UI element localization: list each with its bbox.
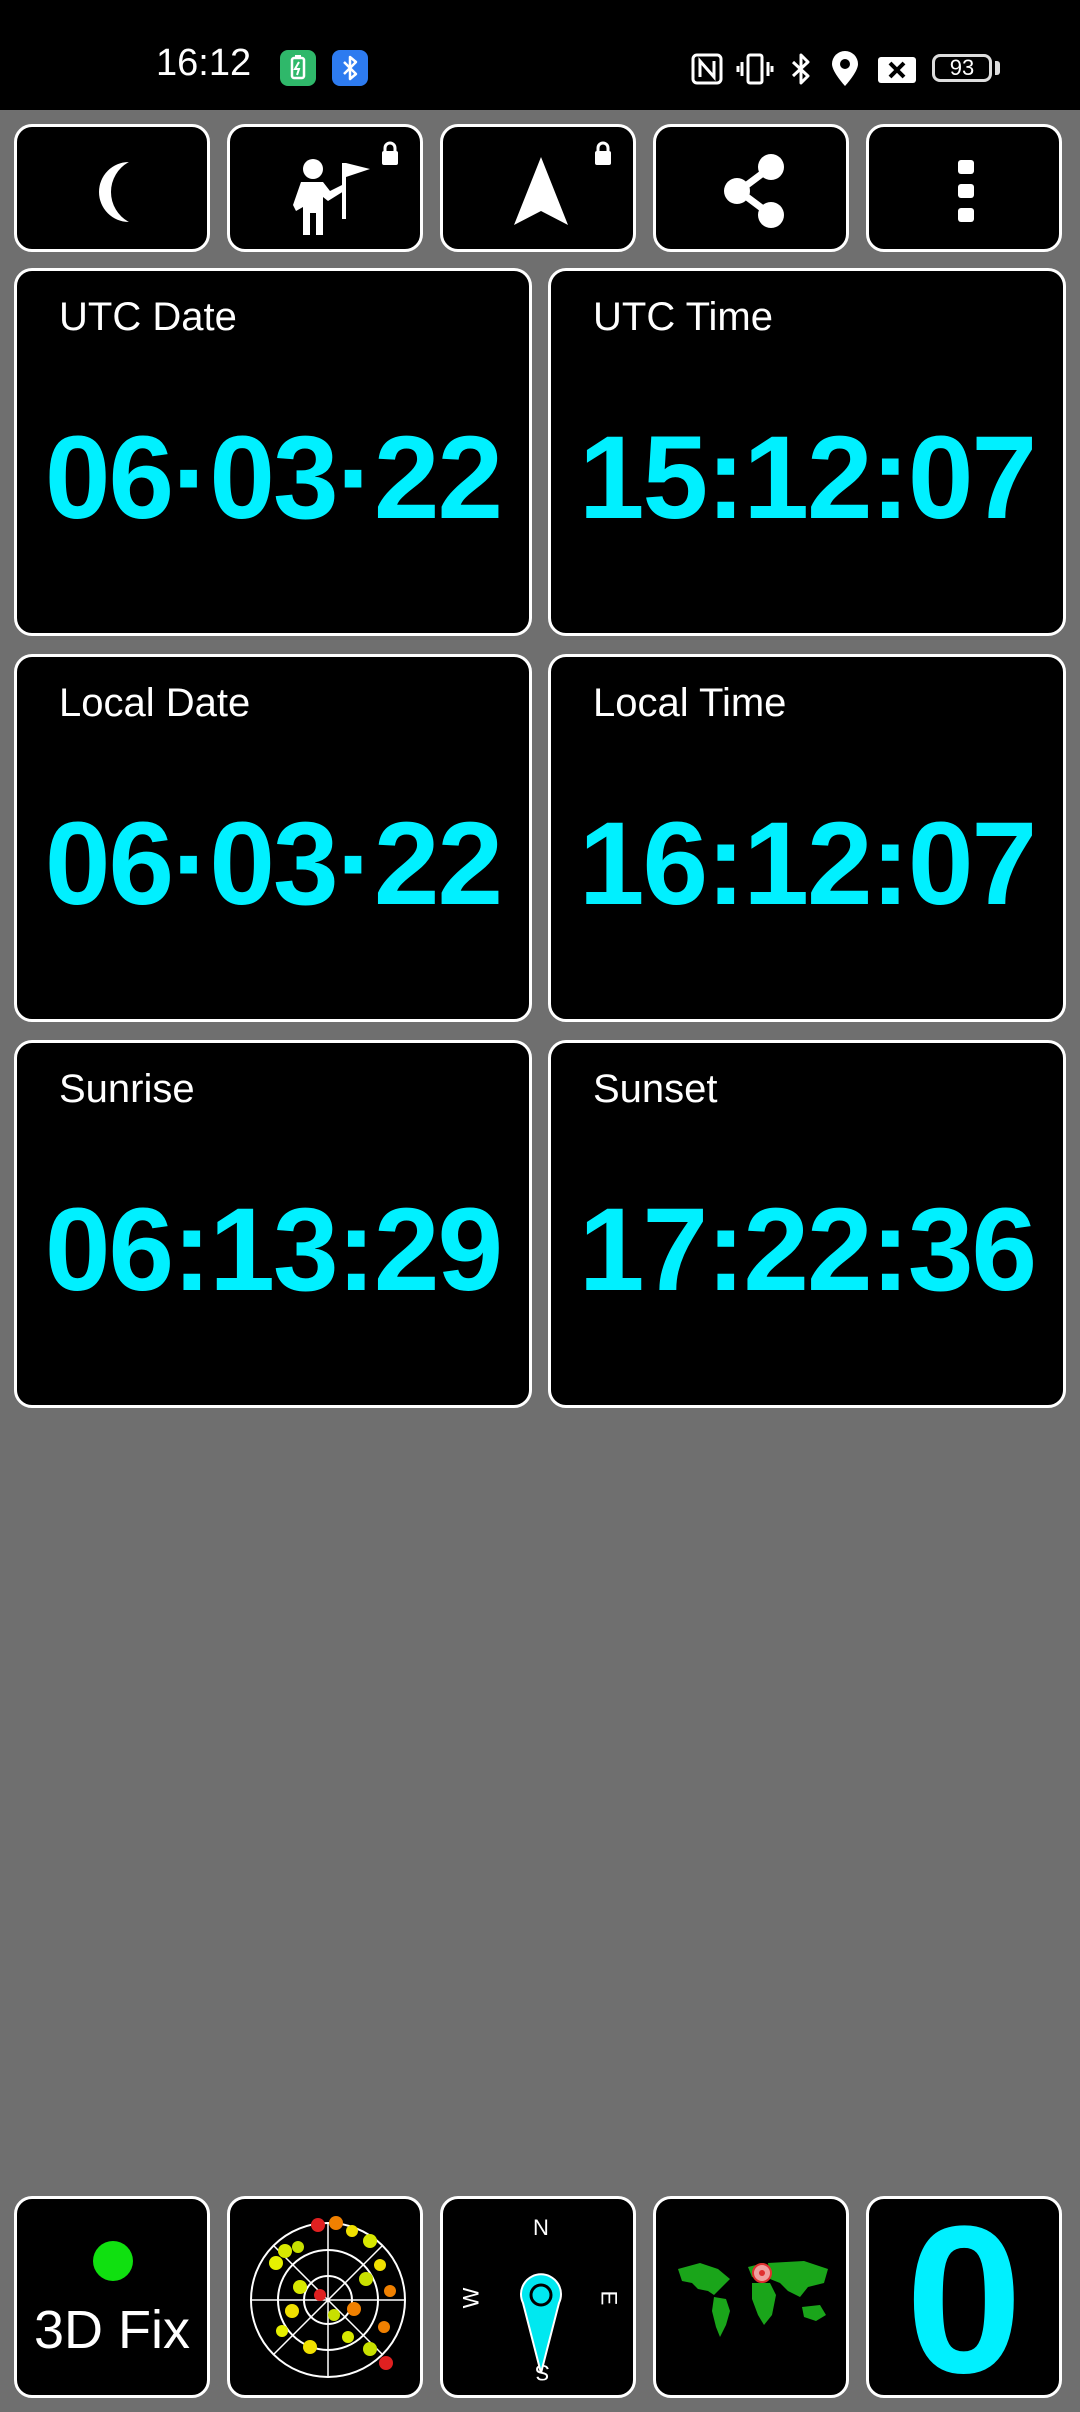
vibrate-icon <box>736 50 774 88</box>
night-mode-moon-icon <box>99 162 129 222</box>
compass-button[interactable]: N W E S <box>440 2196 636 2398</box>
local-time-card[interactable]: Local Time 16:12:07 <box>548 654 1066 1022</box>
card-value: 17:22:36 <box>578 1184 1037 1316</box>
status-time: 16:12 <box>156 42 252 84</box>
share-icon <box>724 154 784 228</box>
fix-status-dot <box>93 2241 133 2281</box>
more-vert-icon <box>958 160 974 222</box>
more-options-button[interactable] <box>866 124 1062 252</box>
hiker-flag-icon <box>293 141 398 235</box>
satellite-count: 0 <box>905 2196 1023 2398</box>
card-label: UTC Time <box>593 295 773 339</box>
utc-date-card[interactable]: UTC Date 06·03·22 <box>14 268 532 636</box>
card-value: 06·03·22 <box>44 412 503 544</box>
bluetooth-app-icon <box>332 50 368 86</box>
navigation-button[interactable] <box>440 124 636 252</box>
card-label: Sunset <box>593 1067 718 1111</box>
card-label: Local Date <box>59 681 251 725</box>
world-map-icon <box>678 2261 828 2337</box>
satellite-skyview-icon <box>250 2216 406 2378</box>
battery-tip <box>995 61 1000 75</box>
share-button[interactable] <box>653 124 849 252</box>
navigation-arrow-icon <box>514 141 611 225</box>
fix-status-label: 3D Fix <box>33 2300 190 2360</box>
compass-needle-icon <box>520 2273 562 2374</box>
card-value: 06:13:29 <box>44 1184 503 1316</box>
world-map-button[interactable] <box>653 2196 849 2398</box>
no-sim-icon <box>876 50 918 88</box>
sunset-card[interactable]: Sunset 17:22:36 <box>548 1040 1066 1408</box>
battery-icon: 93 <box>932 54 992 82</box>
sunrise-card[interactable]: Sunrise 06:13:29 <box>14 1040 532 1408</box>
card-label: UTC Date <box>59 295 237 339</box>
battery-saver-app-icon <box>280 50 316 86</box>
card-value: 16:12:07 <box>578 798 1037 930</box>
waypoint-button[interactable] <box>227 124 423 252</box>
satellite-count-button[interactable]: 0 <box>866 2196 1062 2398</box>
gps-fix-button[interactable]: 3D Fix <box>14 2196 210 2398</box>
nfc-icon <box>688 50 726 88</box>
utc-time-card[interactable]: UTC Time 15:12:07 <box>548 268 1066 636</box>
location-icon <box>826 50 864 88</box>
local-date-card[interactable]: Local Date 06·03·22 <box>14 654 532 1022</box>
card-label: Local Time <box>593 681 787 725</box>
bluetooth-icon <box>782 50 820 88</box>
card-value: 06·03·22 <box>44 798 503 930</box>
card-value: 15:12:07 <box>578 412 1037 544</box>
night-mode-button[interactable] <box>14 124 210 252</box>
status-bar: 16:12 93 <box>0 0 1080 110</box>
satellite-skyview-button[interactable] <box>227 2196 423 2398</box>
card-label: Sunrise <box>59 1067 195 1111</box>
